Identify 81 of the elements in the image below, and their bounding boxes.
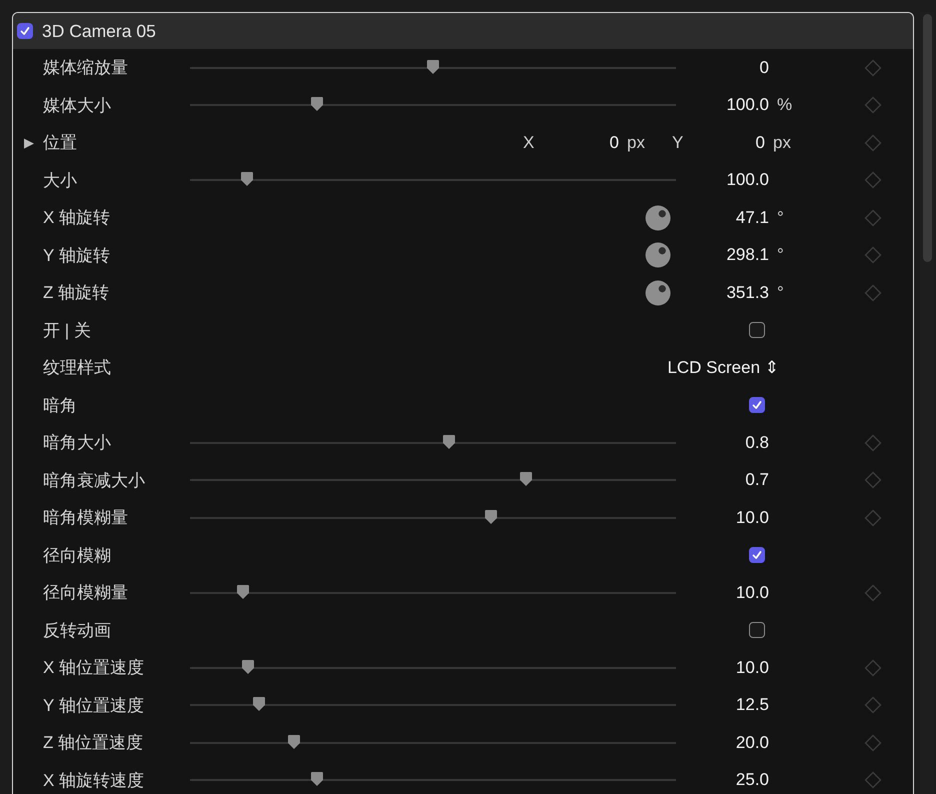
axis-label: Y xyxy=(672,132,684,153)
value-field[interactable]: 25.0 xyxy=(736,770,769,790)
keyframe-diamond-icon[interactable] xyxy=(864,434,882,452)
keyframe-diamond-icon[interactable] xyxy=(864,508,882,527)
parameter-label: 暗角大小 xyxy=(43,432,112,454)
parameter-label: X 轴旋转 xyxy=(43,207,112,230)
parameter-label: 纹理样式 xyxy=(43,357,112,380)
checkbox[interactable] xyxy=(749,322,765,338)
slider-thumb[interactable] xyxy=(442,434,456,450)
parameter-label: X 轴位置速度 xyxy=(43,657,146,680)
value-field[interactable]: 10.0 xyxy=(736,582,769,603)
parameter-label: Y 轴旋转 xyxy=(43,244,111,267)
checkbox[interactable] xyxy=(749,547,765,564)
checkbox[interactable] xyxy=(17,23,33,39)
unit-label: ° xyxy=(777,245,784,266)
slider-thumb[interactable] xyxy=(286,734,301,750)
value-field[interactable]: 100.0 xyxy=(726,170,769,190)
popup-menu[interactable]: LCD Screen ⇕ xyxy=(667,358,779,378)
keyframe-diamond-icon[interactable] xyxy=(864,771,882,790)
slider-thumb[interactable] xyxy=(310,96,324,112)
keyframe-diamond-icon[interactable] xyxy=(864,58,882,77)
parameter-label: 媒体大小 xyxy=(43,94,112,117)
parameter-label: 暗角模糊量 xyxy=(43,507,129,530)
value-field[interactable]: 47.1 xyxy=(736,208,769,228)
value-field[interactable]: 12.5 xyxy=(736,695,769,716)
unit-label: px xyxy=(627,132,646,153)
keyframe-diamond-icon[interactable] xyxy=(864,584,882,602)
rotation-dial[interactable] xyxy=(645,204,671,231)
keyframe-diamond-icon[interactable] xyxy=(864,658,882,677)
parameter-label: 媒体缩放量 xyxy=(43,57,129,80)
keyframe-diamond-icon[interactable] xyxy=(864,284,882,302)
parameter-label: 径向模糊 xyxy=(43,544,112,567)
parameter-label: 反转动画 xyxy=(43,620,112,642)
unit-label: % xyxy=(777,95,792,116)
value-field[interactable]: 351.3 xyxy=(726,282,769,303)
slider-thumb[interactable] xyxy=(310,771,324,788)
parameter-label: X 轴旋转速度 xyxy=(43,770,146,792)
keyframe-diamond-icon[interactable] xyxy=(864,471,882,490)
parameter-label: 径向模糊量 xyxy=(43,582,129,604)
rotation-dial[interactable] xyxy=(645,280,671,306)
keyframe-diamond-icon[interactable] xyxy=(864,171,882,190)
unit-label: px xyxy=(773,132,791,153)
keyframe-diamond-icon[interactable] xyxy=(864,696,882,714)
value-field[interactable]: 0.7 xyxy=(745,470,769,490)
value-field[interactable]: 10.0 xyxy=(736,658,769,678)
value-field[interactable]: 20.0 xyxy=(736,732,769,753)
axis-label: X xyxy=(523,132,536,153)
keyframe-diamond-icon[interactable] xyxy=(864,734,882,752)
value-field[interactable]: 0 xyxy=(692,132,765,153)
parameter-label: 暗角 xyxy=(43,394,78,417)
slider-thumb[interactable] xyxy=(236,584,250,600)
parameter-label: 开 | 关 xyxy=(43,320,92,342)
value-field[interactable]: 298.1 xyxy=(726,245,769,266)
keyframe-diamond-icon[interactable] xyxy=(864,134,882,152)
slider-thumb[interactable] xyxy=(240,171,254,188)
parameter-label: 暗角衰减大小 xyxy=(43,470,146,492)
keyframe-diamond-icon[interactable] xyxy=(864,246,882,264)
value-field[interactable]: 0.8 xyxy=(745,432,769,453)
parameter-label: Z 轴位置速度 xyxy=(43,732,144,754)
parameter-label: Z 轴旋转 xyxy=(43,282,110,304)
slider-thumb[interactable] xyxy=(518,471,533,488)
disclosure-triangle[interactable]: ▶ xyxy=(24,134,34,151)
effect-title: 3D Camera 05 xyxy=(42,20,156,42)
unit-label: ° xyxy=(777,282,784,303)
parameter-label: 大小 xyxy=(43,170,78,192)
value-field[interactable]: 0 xyxy=(543,132,619,153)
slider-thumb[interactable] xyxy=(240,658,255,675)
checkbox[interactable] xyxy=(749,397,765,414)
slider-thumb[interactable] xyxy=(426,58,440,75)
value-field[interactable]: 10.0 xyxy=(736,508,769,528)
slider-thumb[interactable] xyxy=(252,696,266,712)
parameter-label: 位置 xyxy=(43,132,78,154)
rotation-dial[interactable] xyxy=(645,242,671,268)
value-field[interactable]: 100.0 xyxy=(726,95,769,116)
keyframe-diamond-icon[interactable] xyxy=(864,96,882,114)
checkbox[interactable] xyxy=(749,622,765,638)
value-field[interactable]: 0 xyxy=(760,58,769,78)
parameter-label: Y 轴位置速度 xyxy=(43,694,145,717)
slider-thumb[interactable] xyxy=(484,508,498,525)
keyframe-diamond-icon[interactable] xyxy=(864,208,882,227)
unit-label: ° xyxy=(777,208,784,228)
